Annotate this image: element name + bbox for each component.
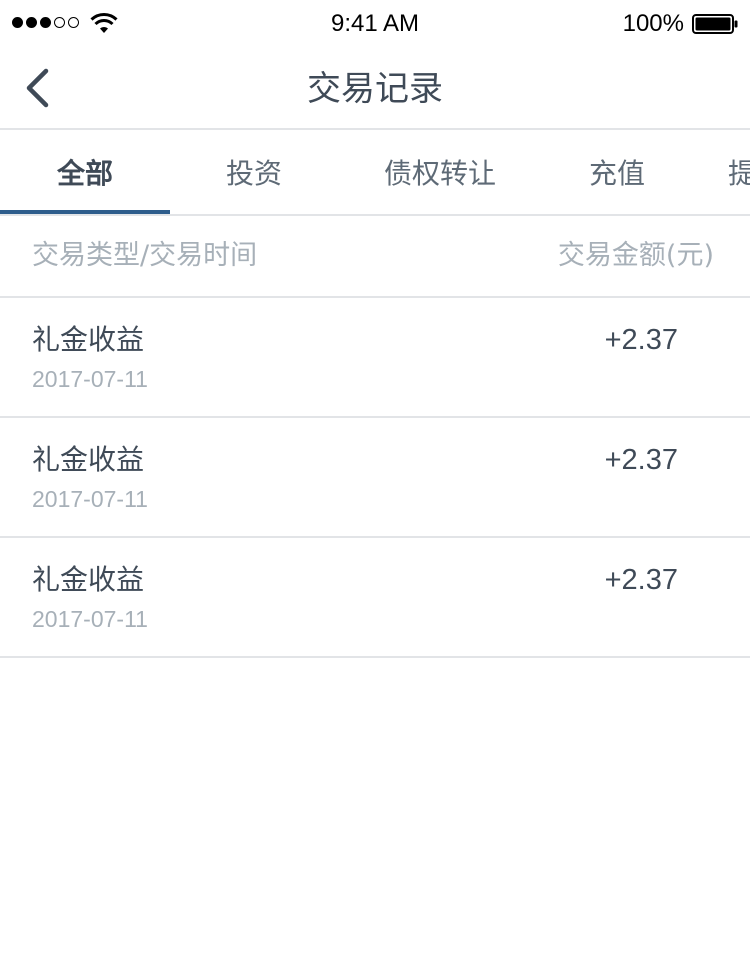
transaction-amount: +2.37 [604, 564, 678, 596]
chevron-left-icon [26, 68, 49, 108]
transaction-row[interactable]: 礼金收益 2017-07-11 +2.37 [0, 538, 750, 658]
transaction-date: 2017-07-11 [32, 606, 148, 632]
transaction-amount: +2.37 [604, 444, 678, 476]
transaction-type: 礼金收益 [32, 443, 145, 476]
page-title: 交易记录 [307, 69, 443, 109]
transaction-date: 2017-07-11 [32, 486, 148, 512]
tab-investment[interactable]: 投资 [170, 130, 338, 214]
active-tab-indicator [0, 210, 170, 214]
header-amount-label: 交易金额(元) [557, 240, 714, 271]
transaction-row[interactable]: 礼金收益 2017-07-11 +2.37 [0, 418, 750, 538]
tab-debt-transfer[interactable]: 债权转让 [338, 130, 542, 214]
battery-icon [692, 14, 738, 34]
transaction-amount: +2.37 [604, 324, 678, 356]
tab-all[interactable]: 全部 [0, 130, 170, 214]
tab-recharge[interactable]: 充值 [542, 130, 692, 214]
tab-withdraw[interactable]: 提现 [728, 130, 750, 214]
navigation-bar: 交易记录 [0, 48, 750, 130]
back-button[interactable] [14, 62, 66, 114]
transaction-type-tabs: 全部 投资 债权转让 充值 提现 [0, 130, 750, 216]
transaction-row[interactable]: 礼金收益 2017-07-11 +2.37 [0, 298, 750, 418]
list-header: 交易类型/交易时间 交易金额(元) [0, 216, 750, 298]
transaction-date: 2017-07-11 [32, 366, 148, 392]
battery-percentage: 100% [622, 10, 684, 37]
transaction-type: 礼金收益 [32, 563, 145, 596]
transaction-records-screen: 9:41 AM 100% 交易记录 全部 投资 债权转让 充值 提现 交易类型/… [0, 0, 750, 964]
transaction-type: 礼金收益 [32, 323, 145, 356]
status-bar: 9:41 AM 100% [0, 0, 750, 48]
header-type-time-label: 交易类型/交易时间 [32, 240, 258, 271]
